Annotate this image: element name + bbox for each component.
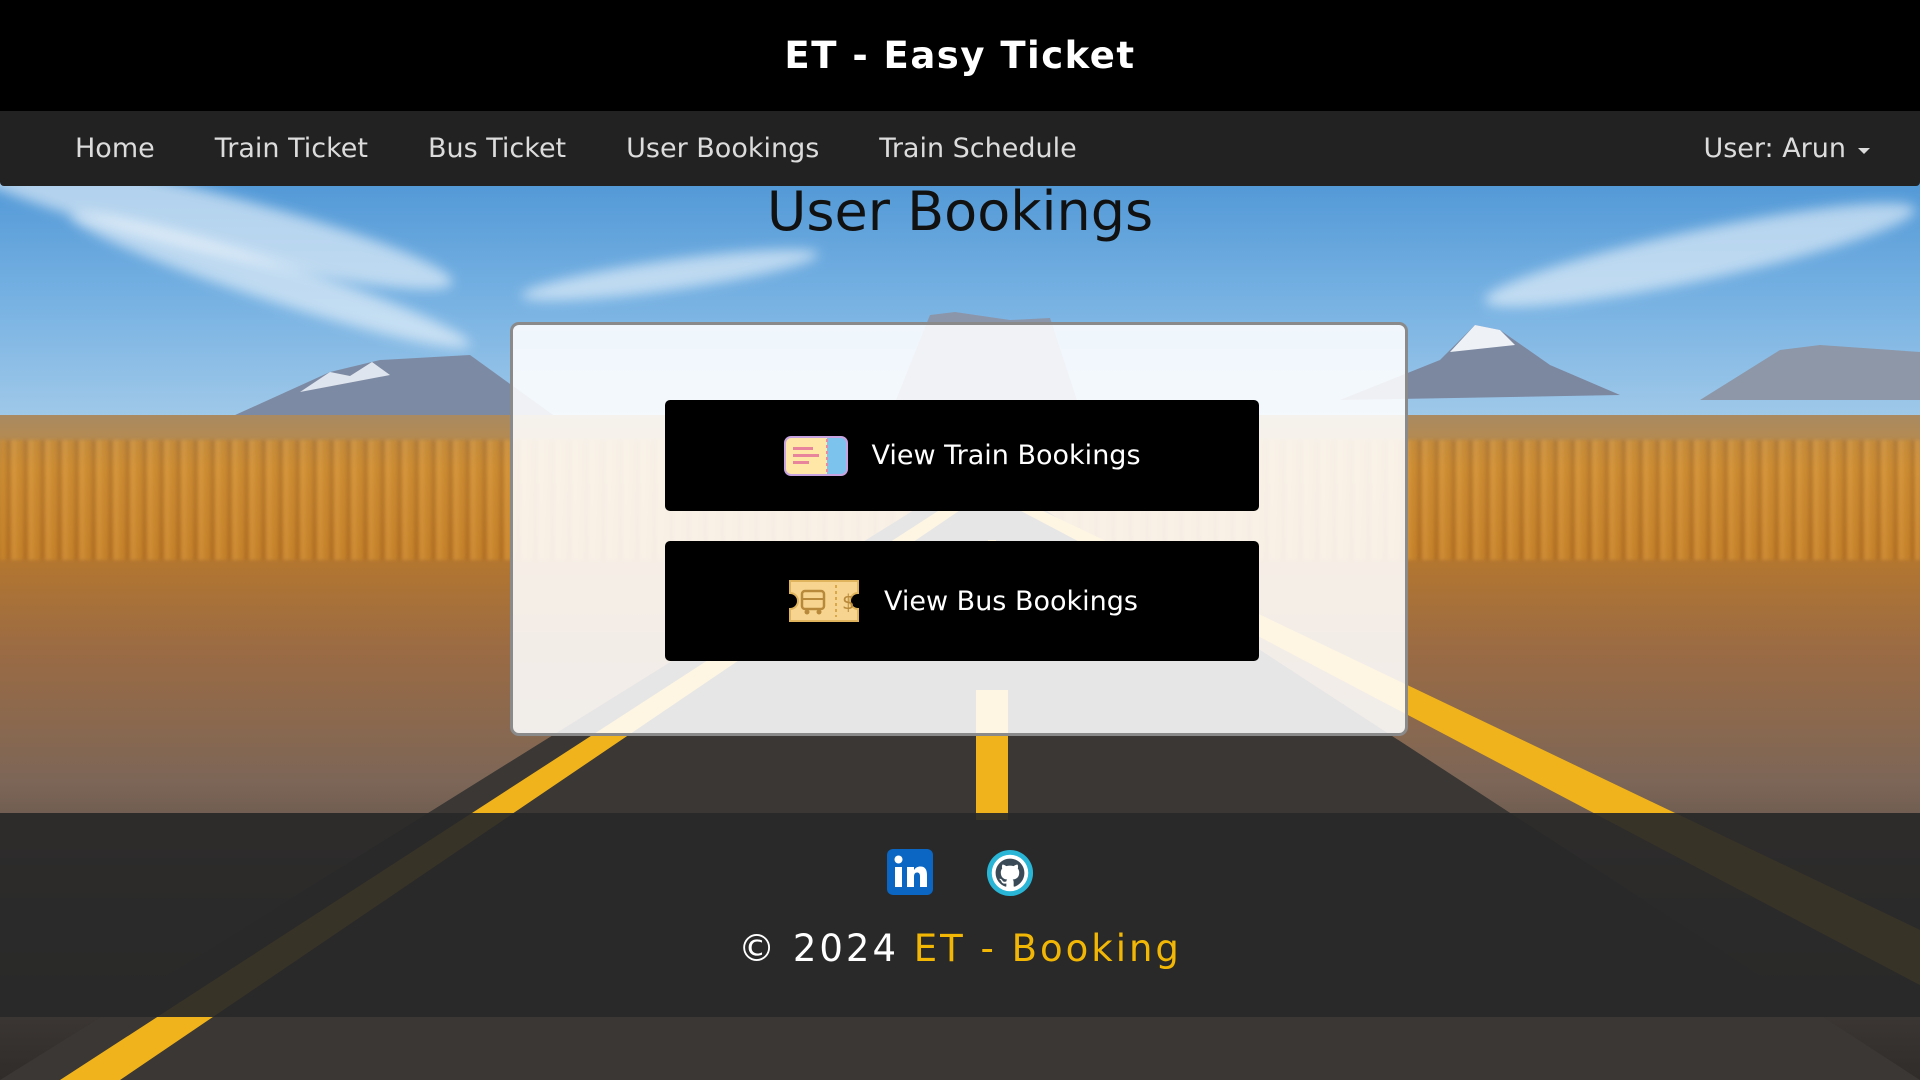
site-footer: © 2024 ET - Booking <box>0 813 1920 1017</box>
bookings-card: View Train Bookings $ View Bus Bookings <box>510 322 1408 736</box>
view-train-bookings-button[interactable]: View Train Bookings <box>665 400 1259 511</box>
linkedin-icon[interactable] <box>886 848 934 896</box>
nav-user-bookings[interactable]: User Bookings <box>596 133 849 164</box>
github-icon[interactable] <box>986 848 1034 897</box>
main-navbar: Home Train Ticket Bus Ticket User Bookin… <box>0 111 1920 186</box>
view-bus-bookings-label: View Bus Bookings <box>884 585 1138 617</box>
social-links <box>0 848 1920 897</box>
nav-home[interactable]: Home <box>45 133 185 164</box>
site-title: ET - Easy Ticket <box>784 34 1136 77</box>
view-train-bookings-label: View Train Bookings <box>871 440 1141 471</box>
footer-brand-link[interactable]: ET - Booking <box>914 927 1182 970</box>
caret-down-icon <box>1858 147 1870 154</box>
nav-train-ticket[interactable]: Train Ticket <box>185 133 398 164</box>
copyright-prefix: © 2024 <box>738 927 899 970</box>
view-bus-bookings-button[interactable]: $ View Bus Bookings <box>665 541 1259 661</box>
copyright-text: © 2024 ET - Booking <box>0 927 1920 970</box>
site-header: ET - Easy Ticket <box>0 0 1920 111</box>
page-title: User Bookings <box>766 180 1154 243</box>
user-menu-label: User: Arun <box>1703 133 1846 164</box>
nav-train-schedule[interactable]: Train Schedule <box>849 133 1106 164</box>
nav-bus-ticket[interactable]: Bus Ticket <box>398 133 596 164</box>
nav-items: Home Train Ticket Bus Ticket User Bookin… <box>45 133 1107 164</box>
train-ticket-icon <box>783 433 849 479</box>
svg-text:$: $ <box>842 590 855 614</box>
bus-ticket-icon: $ <box>786 577 862 625</box>
user-menu-dropdown[interactable]: User: Arun <box>1703 133 1870 164</box>
